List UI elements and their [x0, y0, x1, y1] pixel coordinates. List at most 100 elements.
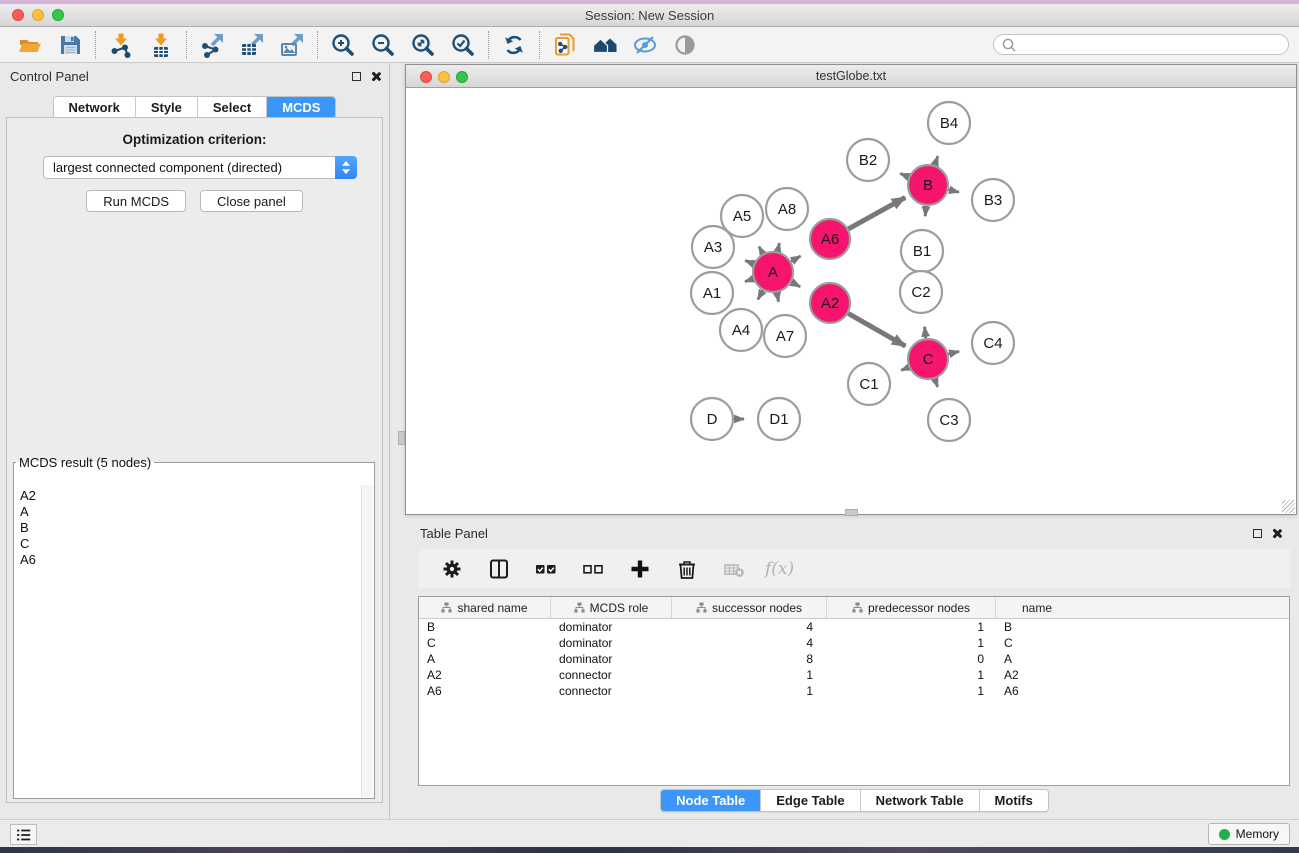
- mcds-result-item[interactable]: A2: [15, 485, 361, 504]
- table-settings-button[interactable]: [432, 553, 472, 585]
- column-header-MCDS-role[interactable]: MCDS role: [551, 597, 672, 618]
- tab-node-table[interactable]: Node Table: [661, 790, 761, 811]
- maximize-window-button[interactable]: [52, 9, 64, 21]
- mcds-result-item[interactable]: A6: [15, 552, 361, 568]
- hide-graphics-details-button[interactable]: [625, 29, 665, 61]
- graph-node-B3[interactable]: B3: [972, 179, 1014, 221]
- graph-edge-A-A5[interactable]: [759, 247, 763, 254]
- graph-node-B1[interactable]: B1: [901, 230, 943, 272]
- delete-column-button[interactable]: [667, 553, 707, 585]
- export-table-button[interactable]: [232, 29, 272, 61]
- graph-edge-C-C4[interactable]: [948, 351, 959, 354]
- graph-node-A8[interactable]: A8: [766, 188, 808, 230]
- zoom-selected-button[interactable]: [443, 29, 483, 61]
- tab-network-table[interactable]: Network Table: [861, 790, 980, 811]
- tab-network[interactable]: Network: [54, 97, 136, 118]
- graph-edge-B-B3[interactable]: [949, 190, 959, 192]
- graph-edge-B-B2[interactable]: [900, 174, 908, 177]
- column-header-successor-nodes[interactable]: successor nodes: [672, 597, 827, 618]
- deselect-all-rows-button[interactable]: [573, 553, 613, 585]
- import-table-button[interactable]: [141, 29, 181, 61]
- criterion-select[interactable]: largest connected component (directed): [43, 156, 357, 179]
- table-row[interactable]: Adominator80A: [419, 651, 1289, 667]
- mcds-result-item[interactable]: B: [15, 520, 361, 536]
- tab-select[interactable]: Select: [198, 97, 267, 118]
- close-window-button[interactable]: [12, 9, 24, 21]
- zoom-in-button[interactable]: [323, 29, 363, 61]
- tab-edge-table[interactable]: Edge Table: [761, 790, 860, 811]
- float-table-panel-icon[interactable]: [1253, 529, 1262, 538]
- float-panel-icon[interactable]: [352, 72, 361, 81]
- resize-grip[interactable]: [1282, 500, 1295, 513]
- graph-node-A2[interactable]: A2: [810, 283, 850, 323]
- table-row[interactable]: A6connector11A6: [419, 683, 1289, 699]
- clone-network-button[interactable]: [545, 29, 585, 61]
- tab-motifs[interactable]: Motifs: [980, 790, 1048, 811]
- zoom-fit-button[interactable]: [403, 29, 443, 61]
- column-header-predecessor-nodes[interactable]: predecessor nodes: [827, 597, 996, 618]
- task-history-button[interactable]: [10, 824, 37, 845]
- graph-edge-A-A2[interactable]: [791, 282, 800, 287]
- mcds-result-item[interactable]: C: [15, 536, 361, 552]
- graph-node-C[interactable]: C: [908, 339, 948, 379]
- graph-node-C3[interactable]: C3: [928, 399, 970, 441]
- graph-edge-C-C2[interactable]: [925, 327, 926, 338]
- graph-node-C2[interactable]: C2: [900, 271, 942, 313]
- search-input[interactable]: [1021, 38, 1281, 52]
- graph-edge-A2-C[interactable]: [848, 313, 905, 346]
- graph-edge-A-A1[interactable]: [745, 279, 753, 282]
- graph-node-A4[interactable]: A4: [720, 309, 762, 351]
- graph-node-C1[interactable]: C1: [848, 363, 890, 405]
- graph-node-D[interactable]: D: [691, 398, 733, 440]
- horizontal-scrollbar-thumb[interactable]: [845, 509, 858, 516]
- column-header-name[interactable]: name: [996, 597, 1078, 618]
- close-table-panel-icon[interactable]: [1271, 528, 1282, 539]
- graph-edge-A-A4[interactable]: [758, 290, 763, 299]
- network-canvas[interactable]: B4B2BB3A8A5A6A3B1AC2A1A2A4A7C4CC1C3DD1: [406, 89, 1296, 514]
- graph-node-A[interactable]: A: [753, 252, 793, 292]
- export-network-button[interactable]: [192, 29, 232, 61]
- graph-edge-A-A8[interactable]: [778, 243, 780, 251]
- table-row[interactable]: Bdominator41B: [419, 619, 1289, 635]
- minimize-window-button[interactable]: [32, 9, 44, 21]
- network-window-titlebar[interactable]: testGlobe.txt: [406, 65, 1296, 88]
- mcds-result-scrollbar[interactable]: [361, 485, 373, 797]
- graph-node-A3[interactable]: A3: [692, 226, 734, 268]
- open-session-button[interactable]: [10, 29, 50, 61]
- graph-edge-A-A7[interactable]: [777, 293, 779, 302]
- tab-style[interactable]: Style: [136, 97, 198, 118]
- graph-edge-C-C1[interactable]: [901, 367, 909, 370]
- network-maximize-button[interactable]: [456, 71, 468, 83]
- tab-mcds[interactable]: MCDS: [267, 97, 335, 118]
- run-mcds-button[interactable]: Run MCDS: [86, 190, 186, 212]
- mcds-result-item[interactable]: A: [15, 504, 361, 520]
- export-image-button[interactable]: [272, 29, 312, 61]
- vertical-scrollbar-thumb[interactable]: [398, 431, 405, 445]
- zoom-out-button[interactable]: [363, 29, 403, 61]
- memory-button[interactable]: Memory: [1208, 823, 1290, 845]
- show-columns-button[interactable]: [479, 553, 519, 585]
- graph-node-A6[interactable]: A6: [810, 219, 850, 259]
- graph-edge-B-B4[interactable]: [935, 156, 938, 165]
- save-session-button[interactable]: [50, 29, 90, 61]
- select-all-rows-button[interactable]: [526, 553, 566, 585]
- graph-edge-A-A6[interactable]: [791, 256, 800, 262]
- close-panel-icon[interactable]: [370, 71, 381, 82]
- refresh-button[interactable]: [494, 29, 534, 61]
- column-header-shared-name[interactable]: shared name: [419, 597, 551, 618]
- graph-node-D1[interactable]: D1: [758, 398, 800, 440]
- close-panel-button[interactable]: Close panel: [200, 190, 303, 212]
- network-close-button[interactable]: [420, 71, 432, 83]
- table-row[interactable]: Cdominator41C: [419, 635, 1289, 651]
- graph-node-A7[interactable]: A7: [764, 315, 806, 357]
- graph-edge-A-A3[interactable]: [745, 261, 753, 264]
- graph-edge-B-B1[interactable]: [925, 206, 926, 216]
- graph-node-B[interactable]: B: [908, 165, 948, 205]
- graph-node-A1[interactable]: A1: [691, 272, 733, 314]
- network-minimize-button[interactable]: [438, 71, 450, 83]
- graph-edge-A6-B[interactable]: [848, 198, 905, 229]
- graph-edge-C-C3[interactable]: [935, 379, 938, 387]
- home-button[interactable]: [585, 29, 625, 61]
- import-network-button[interactable]: [101, 29, 141, 61]
- table-row[interactable]: A2connector11A2: [419, 667, 1289, 683]
